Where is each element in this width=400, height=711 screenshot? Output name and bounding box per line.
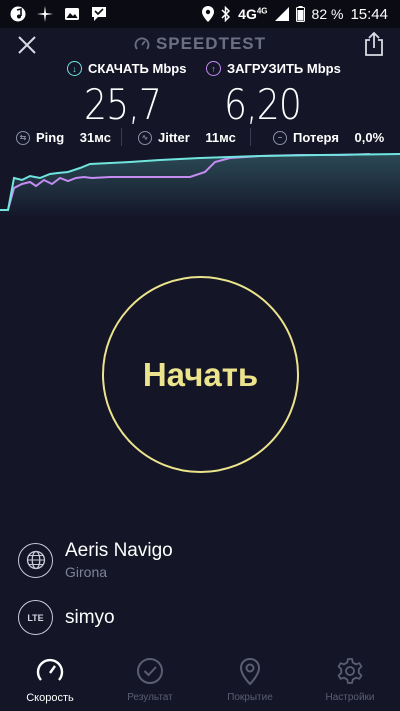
- operator-info: LTE simyo: [18, 600, 115, 635]
- app-title: SPEEDTEST: [0, 34, 400, 54]
- gallery-app-icon: [65, 8, 79, 20]
- top-bar: SPEEDTEST: [0, 28, 400, 62]
- loss-value: 0,0%: [354, 130, 385, 145]
- upload-value: 6,20: [224, 80, 302, 129]
- location-icon: [202, 6, 215, 22]
- nav-coverage[interactable]: Покрытие: [200, 650, 300, 711]
- speedtest-logo-icon: [134, 37, 150, 50]
- nav-results[interactable]: Результат: [100, 650, 200, 711]
- server-name: Aeris Navigo: [65, 540, 173, 561]
- sparkle-app-icon: [37, 6, 53, 22]
- upload-label: ↑ ЗАГРУЗИТЬ Mbps: [206, 61, 341, 76]
- start-test-button[interactable]: Начать: [102, 276, 299, 473]
- download-area: [0, 154, 400, 218]
- server-info[interactable]: Aeris Navigo Girona: [18, 540, 173, 580]
- download-value: 25,7: [84, 80, 162, 129]
- jitter-value: 11мс: [205, 130, 236, 145]
- nav-speed[interactable]: Скорость: [0, 650, 100, 711]
- upload-arrow-icon: ↑: [206, 61, 221, 76]
- divider: [250, 128, 251, 146]
- download-label: ↓ СКАЧАТЬ Mbps: [67, 61, 186, 76]
- battery-icon: [295, 6, 305, 22]
- messenger-app-icon: [92, 7, 106, 21]
- packet-loss-icon: −: [273, 130, 287, 145]
- status-bar: 4G4G 82 % 15:44: [0, 0, 400, 28]
- download-arrow-icon: ↓: [67, 61, 82, 76]
- music-app-icon: [10, 6, 26, 22]
- signal-icon: [274, 7, 289, 21]
- speedometer-icon: [36, 658, 64, 681]
- speed-graph: [0, 153, 400, 218]
- divider: [121, 128, 122, 146]
- nav-settings[interactable]: Настройки: [300, 650, 400, 711]
- jitter-stat: ∿ Jitter 11мс: [138, 130, 236, 145]
- stats-row: ⇆ Ping 31мс ∿ Jitter 11мс − Потеря 0,0%: [0, 126, 400, 150]
- bluetooth-icon: [221, 6, 231, 22]
- clock: 15:44: [350, 5, 388, 23]
- lte-icon: LTE: [18, 600, 53, 635]
- gear-icon: [337, 658, 363, 684]
- operator-name: simyo: [65, 606, 115, 628]
- jitter-icon: ∿: [138, 130, 152, 145]
- start-button-label: Начать: [142, 355, 259, 393]
- server-location: Girona: [65, 564, 108, 580]
- ping-icon: ⇆: [16, 130, 30, 145]
- share-icon[interactable]: [362, 31, 386, 57]
- check-circle-icon: [137, 658, 163, 684]
- loss-stat: − Потеря 0,0%: [273, 130, 384, 145]
- map-pin-icon: [239, 657, 261, 686]
- globe-icon: [18, 542, 53, 578]
- network-type: 4G4G: [238, 6, 268, 22]
- ping-value: 31мс: [79, 130, 111, 145]
- ping-stat: ⇆ Ping 31мс: [16, 130, 111, 145]
- battery-percent: 82 %: [311, 6, 344, 22]
- bottom-nav: Скорость Результат Покрытие Настройки: [0, 650, 400, 711]
